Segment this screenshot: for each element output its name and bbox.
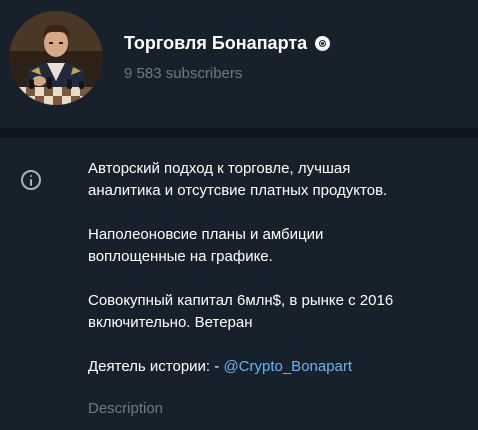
channel-description[interactable]: Авторский подход к торговле, лучшая анал…: [88, 158, 458, 378]
channel-title: Торговля Бонапарта: [124, 33, 331, 54]
description-label: Description: [88, 400, 164, 417]
description-paragraph-4: Деятель истории: - @Crypto_Bonapart: [88, 356, 458, 378]
description-history-prefix: Деятель истории: -: [88, 358, 224, 375]
channel-avatar[interactable]: [9, 11, 103, 105]
channel-title-text: Торговля Бонапарта: [124, 33, 308, 53]
channel-info-section: Авторский подход к торговле, лучшая анал…: [0, 138, 478, 430]
mention-link[interactable]: @Crypto_Bonapart: [223, 358, 352, 375]
coin-badge-icon: [315, 36, 331, 51]
chess-player-portrait-icon: [9, 11, 103, 105]
description-paragraph-1: Авторский подход к торговле, лучшая анал…: [88, 160, 388, 199]
subscriber-count: 9 583 subscribers: [124, 65, 243, 82]
description-paragraph-2: Наполеоновсие планы и амбиции воплощенны…: [88, 226, 324, 265]
section-divider: [0, 128, 478, 138]
info-icon: [21, 170, 41, 190]
channel-header: Торговля Бонапарта 9 583 subscribers: [0, 0, 478, 128]
description-paragraph-3: Совокупный капитал 6млн$, в рынке с 2016…: [88, 292, 394, 331]
